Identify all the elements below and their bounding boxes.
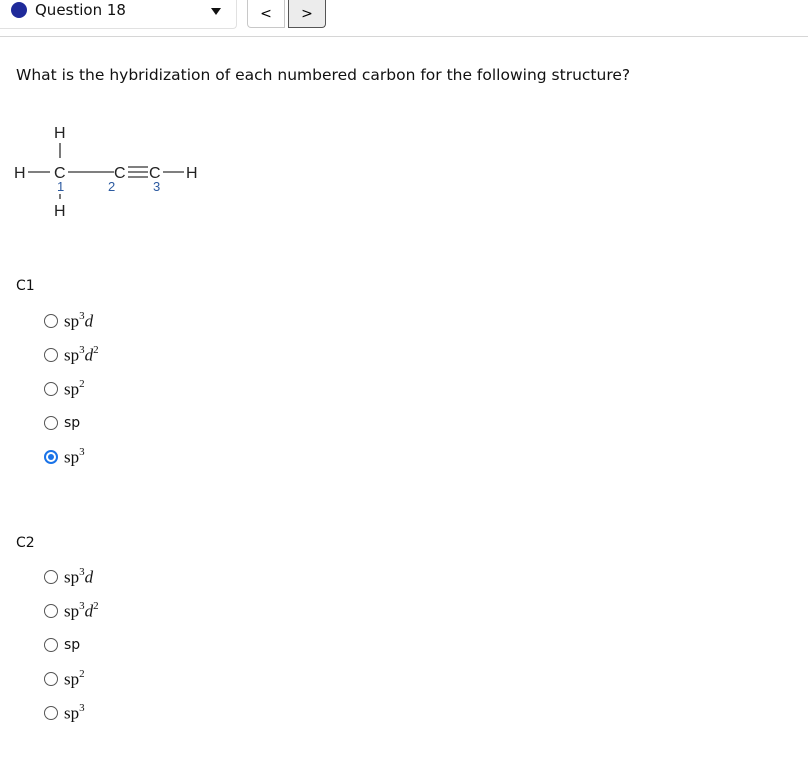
options-c1: sp3d sp3d2 sp2 sp sp3 <box>44 304 99 474</box>
radio-button[interactable] <box>44 416 58 430</box>
previous-question-button[interactable]: < <box>247 0 285 28</box>
radio-button[interactable] <box>44 638 58 652</box>
option-c1-sp3d2[interactable]: sp3d2 <box>44 338 99 372</box>
radio-button[interactable] <box>44 706 58 720</box>
atom-h-bottom: H <box>54 203 66 220</box>
option-label: sp2 <box>64 667 85 689</box>
group-label-c2: C2 <box>16 535 35 551</box>
atom-c2: C <box>114 165 126 182</box>
option-c2-sp3d2[interactable]: sp3d2 <box>44 594 99 628</box>
option-label: sp <box>64 415 81 431</box>
question-label: Question 18 <box>35 1 126 19</box>
radio-button[interactable] <box>44 348 58 362</box>
chemical-structure: H H C 1 H C 2 C 3 H <box>14 125 198 220</box>
carbon-number-1: 1 <box>57 179 64 194</box>
question-status-dot-icon <box>11 2 27 18</box>
next-question-button[interactable]: > <box>288 0 326 28</box>
radio-button-selected[interactable] <box>44 450 58 464</box>
option-label: sp3d2 <box>64 599 99 621</box>
dropdown-caret-icon <box>211 8 221 15</box>
option-c1-sp[interactable]: sp <box>44 406 99 440</box>
option-c2-sp[interactable]: sp <box>44 628 99 662</box>
radio-button[interactable] <box>44 604 58 618</box>
group-label-c1: C1 <box>16 278 35 294</box>
option-label: sp <box>64 637 81 653</box>
top-bar: Question 18 < > <box>0 0 808 37</box>
option-c1-sp3[interactable]: sp3 <box>44 440 99 474</box>
question-text: What is the hybridization of each number… <box>16 66 631 84</box>
atom-h-top: H <box>54 125 66 142</box>
options-c2: sp3d sp3d2 sp sp2 sp3 <box>44 560 99 730</box>
atom-h-right: H <box>186 165 198 182</box>
carbon-number-3: 3 <box>153 179 160 194</box>
radio-button[interactable] <box>44 672 58 686</box>
radio-button[interactable] <box>44 314 58 328</box>
carbon-number-2: 2 <box>108 179 115 194</box>
radio-button[interactable] <box>44 382 58 396</box>
option-label: sp3d <box>64 309 94 331</box>
option-c2-sp3d[interactable]: sp3d <box>44 560 99 594</box>
atom-h-left: H <box>14 165 26 182</box>
option-label: sp3 <box>64 445 85 467</box>
option-label: sp2 <box>64 377 85 399</box>
option-c1-sp3d[interactable]: sp3d <box>44 304 99 338</box>
option-label: sp3 <box>64 701 85 723</box>
option-label: sp3d2 <box>64 343 99 365</box>
option-label: sp3d <box>64 565 94 587</box>
option-c2-sp3[interactable]: sp3 <box>44 696 99 730</box>
radio-button[interactable] <box>44 570 58 584</box>
question-selector[interactable]: Question 18 <box>0 0 237 29</box>
option-c2-sp2[interactable]: sp2 <box>44 662 99 696</box>
option-c1-sp2[interactable]: sp2 <box>44 372 99 406</box>
